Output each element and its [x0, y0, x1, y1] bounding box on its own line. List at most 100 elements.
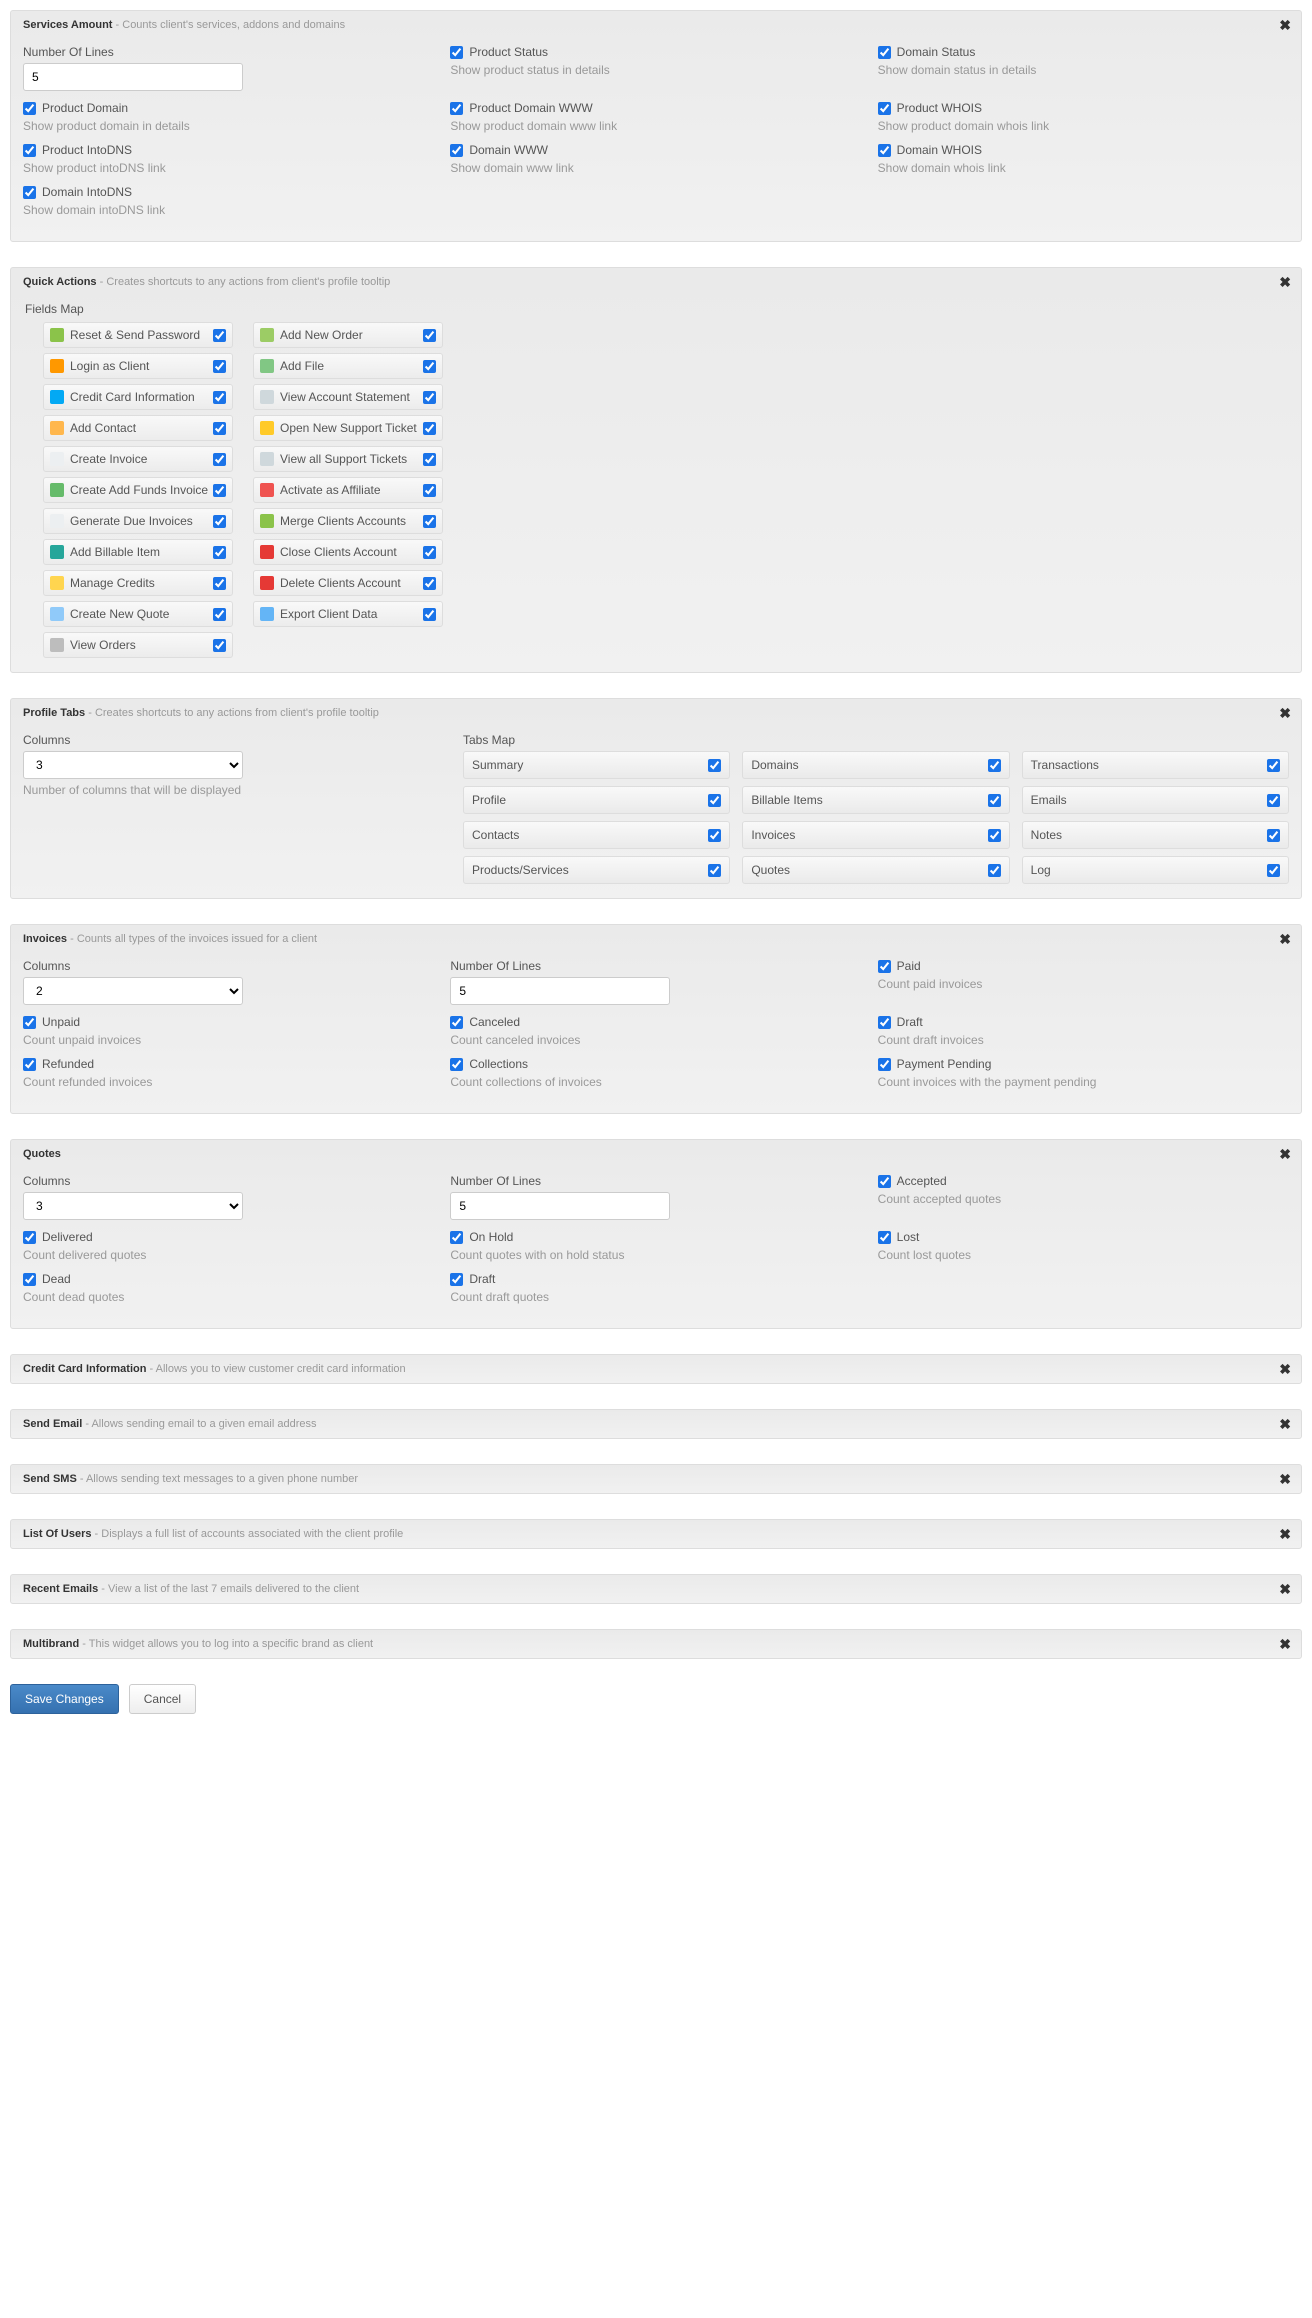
action-checkbox[interactable]	[423, 577, 436, 590]
tab-checkbox[interactable]	[1267, 794, 1280, 807]
tab-checkbox[interactable]	[1267, 829, 1280, 842]
option-checkbox[interactable]	[878, 1016, 891, 1029]
option-checkbox[interactable]	[23, 144, 36, 157]
option-checkbox[interactable]	[23, 1273, 36, 1286]
tab-checkbox[interactable]	[708, 864, 721, 877]
close-icon[interactable]: ✖	[1279, 1146, 1291, 1163]
tab-item[interactable]: Quotes	[742, 856, 1009, 884]
close-icon[interactable]: ✖	[1279, 1361, 1291, 1378]
action-checkbox[interactable]	[423, 546, 436, 559]
tab-checkbox[interactable]	[708, 759, 721, 772]
quick-action-item[interactable]: View all Support Tickets	[253, 446, 443, 472]
quick-action-item[interactable]: Add New Order	[253, 322, 443, 348]
close-icon[interactable]: ✖	[1279, 1416, 1291, 1433]
close-icon[interactable]: ✖	[1279, 1526, 1291, 1543]
option-checkbox[interactable]	[450, 1231, 463, 1244]
panel-heading[interactable]: Send SMS - Allows sending text messages …	[11, 1465, 1301, 1493]
tab-item[interactable]: Notes	[1022, 821, 1289, 849]
action-checkbox[interactable]	[213, 391, 226, 404]
save-button[interactable]: Save Changes	[10, 1684, 119, 1714]
quick-action-item[interactable]: Create New Quote	[43, 601, 233, 627]
option-checkbox[interactable]	[450, 1273, 463, 1286]
action-checkbox[interactable]	[213, 422, 226, 435]
tab-checkbox[interactable]	[1267, 759, 1280, 772]
action-checkbox[interactable]	[213, 577, 226, 590]
option-checkbox[interactable]	[450, 102, 463, 115]
tab-checkbox[interactable]	[988, 829, 1001, 842]
tab-checkbox[interactable]	[988, 794, 1001, 807]
quick-action-item[interactable]: Create Add Funds Invoice	[43, 477, 233, 503]
panel-heading[interactable]: Recent Emails - View a list of the last …	[11, 1575, 1301, 1603]
quick-action-item[interactable]: Credit Card Information	[43, 384, 233, 410]
quick-action-item[interactable]: Create Invoice	[43, 446, 233, 472]
tab-item[interactable]: Summary	[463, 751, 730, 779]
quick-action-item[interactable]: Manage Credits	[43, 570, 233, 596]
close-icon[interactable]: ✖	[1279, 1471, 1291, 1488]
option-checkbox[interactable]	[23, 1016, 36, 1029]
action-checkbox[interactable]	[213, 546, 226, 559]
quick-action-item[interactable]: Activate as Affiliate	[253, 477, 443, 503]
quick-action-item[interactable]: Generate Due Invoices	[43, 508, 233, 534]
lines-input[interactable]	[23, 63, 243, 91]
option-checkbox[interactable]	[23, 186, 36, 199]
tab-item[interactable]: Domains	[742, 751, 1009, 779]
action-checkbox[interactable]	[423, 422, 436, 435]
tab-checkbox[interactable]	[988, 864, 1001, 877]
action-checkbox[interactable]	[213, 639, 226, 652]
panel-heading[interactable]: Multibrand - This widget allows you to l…	[11, 1630, 1301, 1658]
quick-action-item[interactable]: Delete Clients Account	[253, 570, 443, 596]
close-icon[interactable]: ✖	[1279, 1581, 1291, 1598]
quick-action-item[interactable]: Open New Support Ticket	[253, 415, 443, 441]
action-checkbox[interactable]	[213, 515, 226, 528]
action-checkbox[interactable]	[213, 608, 226, 621]
tab-checkbox[interactable]	[708, 829, 721, 842]
panel-heading[interactable]: List Of Users - Displays a full list of …	[11, 1520, 1301, 1548]
cols-select[interactable]: 2	[23, 977, 243, 1005]
option-checkbox[interactable]	[878, 1058, 891, 1071]
action-checkbox[interactable]	[423, 515, 436, 528]
close-icon[interactable]: ✖	[1279, 274, 1291, 291]
cols-select[interactable]: 3	[23, 751, 243, 779]
quick-action-item[interactable]: Login as Client	[43, 353, 233, 379]
panel-heading[interactable]: Credit Card Information - Allows you to …	[11, 1355, 1301, 1383]
option-checkbox[interactable]	[878, 46, 891, 59]
action-checkbox[interactable]	[423, 453, 436, 466]
tab-item[interactable]: Products/Services	[463, 856, 730, 884]
quick-action-item[interactable]: Add Billable Item	[43, 539, 233, 565]
quick-action-item[interactable]: Merge Clients Accounts	[253, 508, 443, 534]
tab-item[interactable]: Contacts	[463, 821, 730, 849]
option-checkbox[interactable]	[23, 1058, 36, 1071]
quick-action-item[interactable]: Reset & Send Password	[43, 322, 233, 348]
tab-checkbox[interactable]	[1267, 864, 1280, 877]
quick-action-item[interactable]: Add Contact	[43, 415, 233, 441]
tab-item[interactable]: Emails	[1022, 786, 1289, 814]
action-checkbox[interactable]	[423, 484, 436, 497]
tab-item[interactable]: Log	[1022, 856, 1289, 884]
option-checkbox[interactable]	[450, 1016, 463, 1029]
tab-item[interactable]: Transactions	[1022, 751, 1289, 779]
action-checkbox[interactable]	[423, 360, 436, 373]
tab-item[interactable]: Invoices	[742, 821, 1009, 849]
option-checkbox[interactable]	[450, 46, 463, 59]
tab-item[interactable]: Billable Items	[742, 786, 1009, 814]
tab-checkbox[interactable]	[708, 794, 721, 807]
option-checkbox[interactable]	[23, 1231, 36, 1244]
quick-action-item[interactable]: View Account Statement	[253, 384, 443, 410]
cols-select[interactable]: 3	[23, 1192, 243, 1220]
action-checkbox[interactable]	[423, 391, 436, 404]
action-checkbox[interactable]	[213, 329, 226, 342]
tab-item[interactable]: Profile	[463, 786, 730, 814]
action-checkbox[interactable]	[213, 360, 226, 373]
close-icon[interactable]: ✖	[1279, 705, 1291, 722]
option-checkbox[interactable]	[23, 102, 36, 115]
quick-action-item[interactable]: Add File	[253, 353, 443, 379]
tab-checkbox[interactable]	[988, 759, 1001, 772]
quick-action-item[interactable]: Close Clients Account	[253, 539, 443, 565]
action-checkbox[interactable]	[423, 329, 436, 342]
option-checkbox[interactable]	[878, 1175, 891, 1188]
option-checkbox[interactable]	[878, 960, 891, 973]
panel-heading[interactable]: Send Email - Allows sending email to a g…	[11, 1410, 1301, 1438]
lines-input[interactable]	[450, 977, 670, 1005]
option-checkbox[interactable]	[878, 144, 891, 157]
option-checkbox[interactable]	[450, 144, 463, 157]
